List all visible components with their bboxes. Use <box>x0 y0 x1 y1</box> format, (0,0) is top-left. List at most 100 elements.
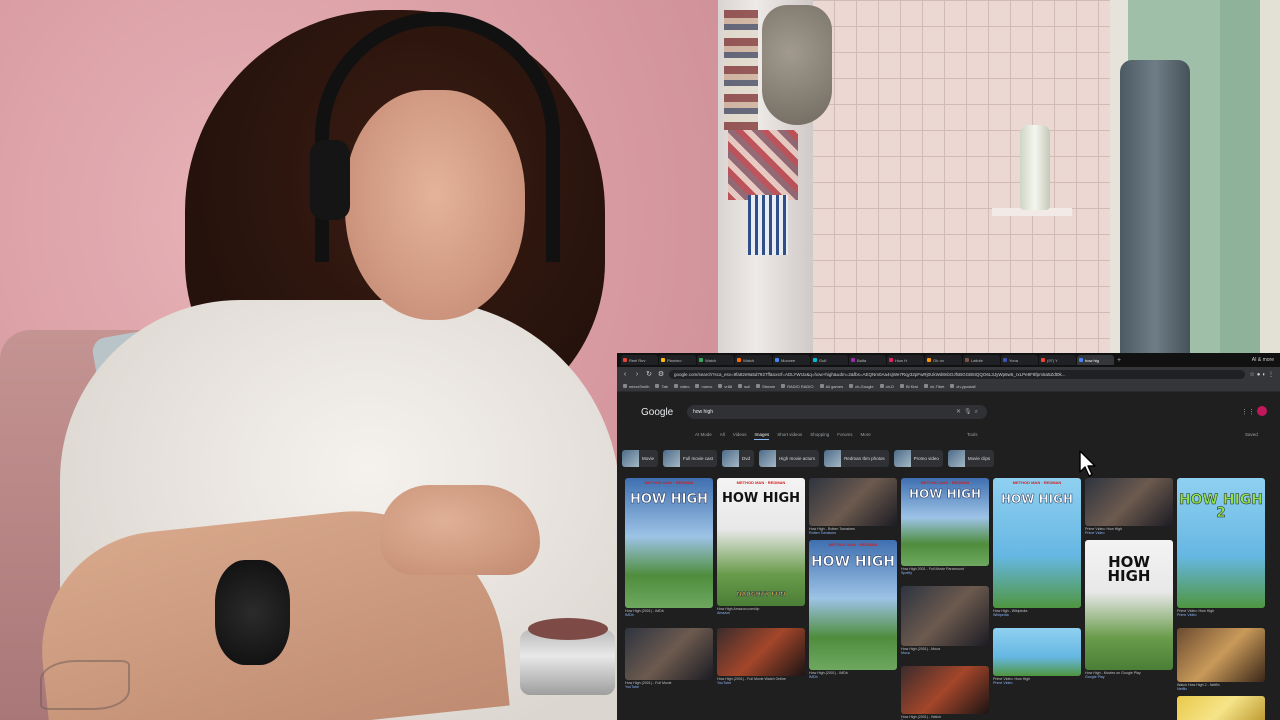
bookmark-item[interactable]: All games <box>819 383 844 389</box>
image-result[interactable]: HOW HIGH <box>1085 540 1173 670</box>
forward-icon[interactable]: › <box>633 371 641 378</box>
bookmark-item[interactable]: Tab <box>655 384 668 389</box>
bookmark-icon <box>623 384 627 388</box>
result-source[interactable]: Netflix <box>1177 687 1265 691</box>
result-source[interactable]: YouTube <box>625 685 713 689</box>
result-source[interactable]: Prime Video <box>993 681 1081 685</box>
window-controls[interactable]: AI & more <box>1252 357 1280 363</box>
tab-label: Reel Rev <box>629 357 646 363</box>
poster-title: HOW HIGH <box>1000 492 1074 506</box>
browser-tab[interactable]: Latinle <box>963 355 1000 365</box>
result-source[interactable]: YouTube <box>717 681 805 685</box>
tab-label: Watch <box>705 357 717 363</box>
tab-favicon-icon <box>927 358 931 362</box>
bookmark-label: Bl Kiwi <box>906 383 919 389</box>
poster-credits: METHOD MAN · REDMAN <box>644 480 694 485</box>
bookmark-icon <box>673 384 678 388</box>
bookmark-label: ch-D <box>885 383 895 389</box>
image-result[interactable]: HOW HIGH 2 <box>1177 478 1265 608</box>
result-source[interactable]: Spotify <box>901 571 989 575</box>
reload-icon[interactable]: ↻ <box>645 370 653 378</box>
browser-tab[interactable]: Oh on <box>925 355 962 365</box>
result-source[interactable]: IMDb <box>625 613 713 617</box>
bookmark-item[interactable]: video <box>673 383 690 389</box>
browser-tab[interactable]: Watch <box>735 355 772 365</box>
result-source[interactable]: Rotten Tomatoes <box>809 531 897 535</box>
image-result[interactable]: METHOD MAN · REDMAN HOW HIGH <box>901 478 989 566</box>
image-results-grid: METHOD MAN · REDMAN HOW HIGH How High (200… <box>617 392 1280 720</box>
browser-tab[interactable]: Reel Rev <box>621 355 658 365</box>
tab-favicon-icon <box>737 358 741 362</box>
image-result[interactable] <box>1085 478 1173 526</box>
address-bar[interactable]: google.com/search?sca_esv=9fa82e9a5d7927… <box>669 369 1246 379</box>
bookmark-item[interactable]: ch-Google <box>849 384 874 389</box>
poster-title: HOW HIGH <box>1107 553 1151 585</box>
result-source[interactable]: Google Play <box>1085 675 1173 679</box>
result-source[interactable]: Prime Video <box>1177 613 1265 617</box>
screen: Reel Rev Planimo Watch Watch Moovee Gulf Balta… <box>0 0 1280 720</box>
bookmark-item[interactable]: sull <box>738 384 750 389</box>
extension-icons[interactable]: ☆●◐⋮ <box>1249 371 1276 378</box>
result-source[interactable]: Amazon <box>717 611 805 615</box>
navigation-bar: ‹ › ↻ ⚙ google.com/search?sca_esv=9fa82e… <box>617 367 1280 381</box>
result-source[interactable]: IMDb <box>809 675 897 679</box>
poster-credits: METHOD MAN · REDMAN <box>736 480 786 485</box>
image-result[interactable] <box>625 628 713 680</box>
bookmark-icon <box>879 384 884 388</box>
browser-tab[interactable]: how hig <box>1077 355 1114 365</box>
poster-tagline: NAUGHTY FUN <box>736 591 786 598</box>
bookmark-item[interactable]: Stream <box>756 384 775 389</box>
bookmark-label: All games <box>825 383 844 389</box>
image-result[interactable] <box>993 628 1081 676</box>
bookmark-item[interactable]: RADIO RADIO <box>781 384 814 389</box>
result-thumbnail <box>1177 628 1265 682</box>
result-source[interactable]: Wikipedia <box>993 613 1081 617</box>
browser-tab[interactable]: Watch <box>697 355 734 365</box>
result-source[interactable]: Moca <box>901 651 989 655</box>
tab-favicon-icon <box>965 358 969 362</box>
browser-tab[interactable]: Moovee <box>773 355 810 365</box>
tab-label: Balta <box>857 357 867 363</box>
result-thumbnail <box>901 586 989 646</box>
browser-tab[interactable]: How H <box>887 355 924 365</box>
browser-tab[interactable]: Yona <box>1001 355 1038 365</box>
bookmark-label: video <box>679 383 690 389</box>
tab-favicon-icon <box>661 358 665 362</box>
scrunchie <box>215 560 290 665</box>
bookmark-item[interactable]: nuevo <box>695 384 712 389</box>
poster-title: HOW HIGH <box>629 492 709 507</box>
image-result[interactable] <box>717 628 805 676</box>
image-result[interactable]: METHOD MAN · REDMAN HOW HIGH <box>625 478 713 608</box>
image-result[interactable]: METHOD MAN · REDMAN HOW HIGH <box>993 478 1081 608</box>
tab-favicon-icon <box>1079 358 1083 362</box>
bookmark-label: sull <box>744 383 751 389</box>
browser-tab[interactable]: (97) Y <box>1039 355 1076 365</box>
new-tab-button[interactable]: + <box>1117 357 1121 364</box>
back-icon[interactable]: ‹ <box>621 371 629 378</box>
result-source[interactable]: Prime Video <box>1085 531 1173 535</box>
tab-label: Planimo <box>667 357 682 363</box>
result-thumbnail <box>809 478 897 526</box>
tab-label: how hig <box>1085 357 1099 363</box>
bookmark-item[interactable]: Bl Kiwi <box>900 384 918 389</box>
bookmark-icon <box>756 384 761 388</box>
image-result[interactable]: METHOD MAN · REDMAN HOW HIGH <box>809 540 897 670</box>
bookmark-item[interactable]: mixxxSmith <box>623 384 649 389</box>
bookmark-item[interactable]: ch-Tibet <box>924 384 944 389</box>
browser-tab[interactable]: Balta <box>849 355 886 365</box>
tune-icon[interactable]: ⚙ <box>657 370 665 378</box>
image-result[interactable] <box>809 478 897 526</box>
image-result[interactable] <box>901 586 989 646</box>
bookmark-item[interactable]: vr88 <box>718 384 732 389</box>
image-result[interactable] <box>901 666 989 714</box>
bookmark-item[interactable]: ch-D <box>879 383 895 389</box>
browser-tab[interactable]: Gulf <box>811 355 848 365</box>
image-result[interactable] <box>1177 696 1265 720</box>
bookmark-icon <box>819 384 824 388</box>
bookmark-item[interactable]: ch-ypostall <box>950 384 975 389</box>
tab-favicon-icon <box>813 358 817 362</box>
image-result[interactable] <box>1177 628 1265 682</box>
poster-credits: METHOD MAN · REDMAN <box>828 542 878 547</box>
image-result[interactable]: METHOD MAN · REDMAN HOW HIGH NAUGHTY FUN <box>717 478 805 606</box>
browser-tab[interactable]: Planimo <box>659 355 696 365</box>
